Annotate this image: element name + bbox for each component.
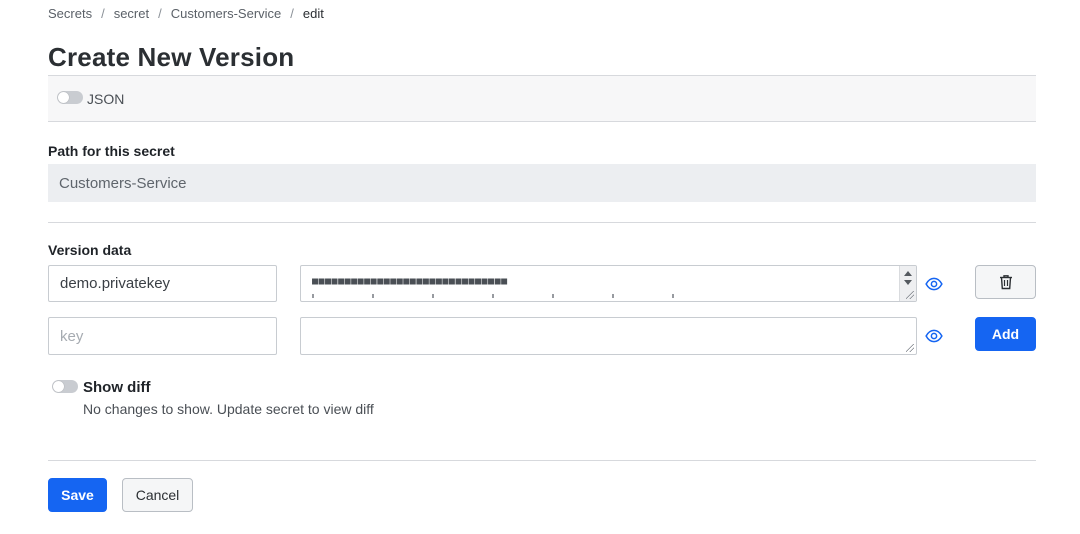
json-toggle-label: JSON xyxy=(87,91,125,107)
key-input-1[interactable]: demo.privatekey xyxy=(48,265,277,302)
json-toggle-bar: JSON xyxy=(48,75,1036,122)
cancel-button[interactable]: Cancel xyxy=(122,478,193,512)
breadcrumb-separator: / xyxy=(101,6,105,21)
value-textarea-1[interactable]: ■■■■■■■■■■■■■■■■■■■■■■■■■■■■■■ xyxy=(300,265,917,302)
breadcrumb-secrets[interactable]: Secrets xyxy=(48,6,92,21)
path-label: Path for this secret xyxy=(48,143,175,159)
trash-icon xyxy=(999,275,1012,290)
value-textarea-2[interactable] xyxy=(300,317,917,355)
path-input: Customers-Service xyxy=(48,164,1036,202)
key-input-2[interactable]: key xyxy=(48,317,277,355)
diff-message: No changes to show. Update secret to vie… xyxy=(83,401,374,417)
version-data-label: Version data xyxy=(48,242,132,258)
key-value: demo.privatekey xyxy=(60,275,171,292)
delete-button[interactable] xyxy=(975,265,1036,299)
json-toggle-switch[interactable] xyxy=(57,91,83,104)
divider xyxy=(48,460,1036,461)
key-placeholder: key xyxy=(60,327,84,345)
masked-value-overflow xyxy=(312,294,732,298)
path-value: Customers-Service xyxy=(59,174,187,192)
show-diff-toggle-switch[interactable] xyxy=(52,380,78,393)
breadcrumb: Secrets / secret / Customers-Service / e… xyxy=(48,6,324,21)
eye-icon[interactable] xyxy=(925,275,943,293)
breadcrumb-separator: / xyxy=(158,6,162,21)
masked-value: ■■■■■■■■■■■■■■■■■■■■■■■■■■■■■■ xyxy=(312,276,508,287)
resize-handle-icon[interactable] xyxy=(906,344,914,352)
breadcrumb-edit: edit xyxy=(302,6,324,21)
resize-handle-icon[interactable] xyxy=(906,291,914,299)
page-title: Create New Version xyxy=(48,42,295,72)
save-button[interactable]: Save xyxy=(48,478,107,512)
eye-icon[interactable] xyxy=(925,327,943,345)
divider xyxy=(48,222,1036,223)
add-button[interactable]: Add xyxy=(975,317,1036,351)
breadcrumb-customers-service[interactable]: Customers-Service xyxy=(171,6,282,21)
scroll-up-arrow-icon[interactable] xyxy=(904,271,912,276)
scroll-down-arrow-icon[interactable] xyxy=(904,280,912,285)
breadcrumb-separator: / xyxy=(290,6,294,21)
show-diff-label: Show diff xyxy=(83,379,151,396)
breadcrumb-secret[interactable]: secret xyxy=(114,6,149,21)
